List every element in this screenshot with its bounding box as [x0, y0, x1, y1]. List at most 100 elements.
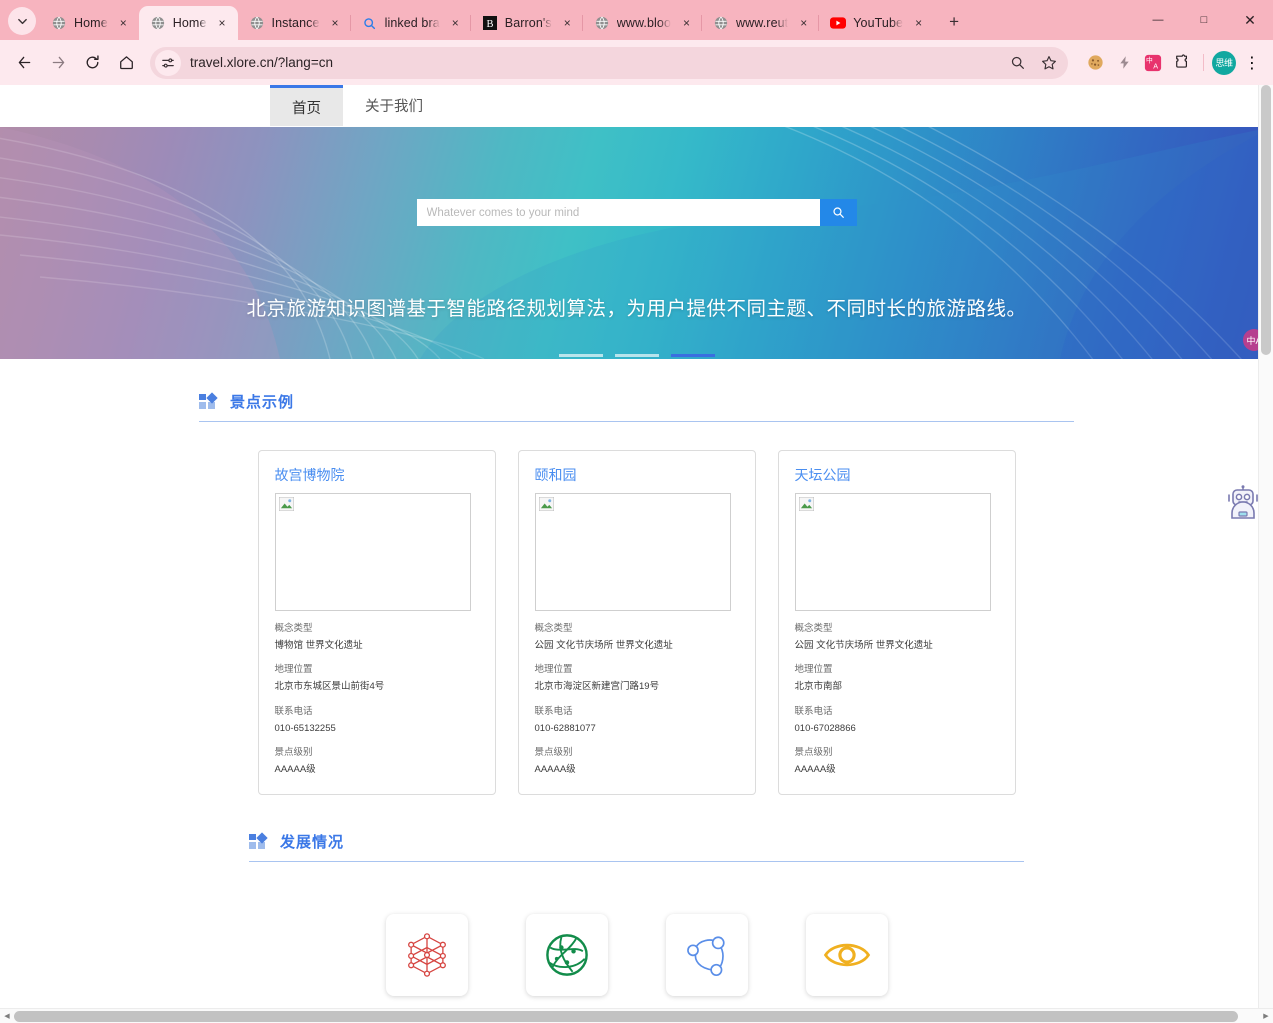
field-value-type: 公园 文化节庆场所 世界文化遗址: [534, 640, 673, 651]
youtube-icon: [830, 15, 847, 31]
section-diamond-icon: [199, 392, 221, 409]
extensions-strip: 中A 思维 ⋮: [1076, 48, 1265, 78]
browser-window: Home × Home × Instance × linked bra × B …: [0, 0, 1273, 1023]
tune-icon[interactable]: [155, 49, 181, 76]
tab-6[interactable]: www.reut ×: [701, 6, 819, 40]
spot-card-image: [794, 493, 991, 611]
carousel-dot-1[interactable]: [614, 354, 659, 357]
tab-4[interactable]: B Barron's ×: [469, 6, 583, 40]
globe-icon: [150, 15, 166, 31]
section-header-development: 发展情况: [249, 831, 1024, 863]
stat-instances[interactable]: 实例 12,505: [665, 914, 748, 1008]
search-input[interactable]: [416, 199, 820, 226]
tab-title: linked bra: [384, 16, 440, 30]
field-label-level: 景点级别: [794, 747, 833, 759]
nav-item-about[interactable]: 关于我们: [343, 85, 445, 126]
vertical-scrollbar[interactable]: [1258, 85, 1273, 1008]
field-value-location: 北京市南部: [794, 681, 843, 693]
horizontal-scrollbar-thumb[interactable]: [14, 1010, 1238, 1022]
spot-card[interactable]: 颐和园 概念类型 公园 文化节庆场所 世界文化遗址 地理位置 北京市海淀区新建宫…: [517, 450, 756, 796]
cookie-extension-icon[interactable]: [1082, 50, 1108, 76]
section-title: 发展情况: [280, 834, 345, 852]
close-window-button[interactable]: ✕: [1227, 0, 1273, 40]
carousel-indicators[interactable]: [558, 354, 715, 357]
maximize-button[interactable]: □: [1181, 0, 1227, 40]
spot-card-title[interactable]: 故宫博物院: [275, 465, 479, 485]
translate-extension-icon[interactable]: 中A: [1140, 50, 1166, 76]
address-bar[interactable]: travel.xlore.cn/?lang=cn: [150, 46, 1068, 79]
field-label-level: 景点级别: [534, 747, 573, 759]
spot-card-title[interactable]: 颐和园: [535, 465, 739, 485]
browser-menu-button[interactable]: ⋮: [1239, 48, 1265, 78]
profile-avatar[interactable]: 思维: [1212, 50, 1236, 75]
spot-card[interactable]: 天坛公园 概念类型 公园 文化节庆场所 世界文化遗址 地理位置 北京市南部 联系…: [777, 450, 1016, 796]
tab-title: Home: [172, 16, 207, 30]
spot-card-image: [274, 493, 471, 611]
tab-1[interactable]: Home ×: [138, 6, 238, 40]
tab-3[interactable]: linked bra ×: [349, 6, 471, 40]
instance-nodes-icon: [686, 936, 725, 977]
field-value-location: 北京市东城区景山前街4号: [274, 681, 385, 693]
home-button[interactable]: [110, 47, 142, 79]
globe-icon: [594, 15, 610, 31]
tab-2[interactable]: Instance ×: [238, 6, 351, 40]
horizontal-scrollbar-track[interactable]: [14, 1010, 1259, 1022]
nav-item-label: 关于我们: [365, 99, 423, 115]
reload-button[interactable]: [76, 47, 108, 79]
stat-icon-box: [525, 914, 608, 997]
horizontal-scrollbar[interactable]: ◀ ▶: [0, 1008, 1273, 1023]
forward-button[interactable]: [42, 47, 74, 79]
field-value-phone: 010-65132255: [274, 722, 336, 734]
field-label-location: 地理位置: [794, 664, 833, 676]
field-label-type: 概念类型: [534, 623, 573, 634]
tab-close-icon[interactable]: ×: [559, 15, 576, 32]
tab-title: Barron's: [504, 16, 552, 30]
field-value-type: 公园 文化节庆场所 世界文化遗址: [794, 640, 933, 651]
stat-concepts[interactable]: 概念 240: [385, 914, 468, 1008]
nav-item-home[interactable]: 首页: [270, 85, 343, 126]
broken-image-icon: [278, 497, 294, 511]
toolbar-divider: [1203, 54, 1204, 71]
tab-close-icon[interactable]: ×: [214, 15, 231, 32]
tab-close-icon[interactable]: ×: [910, 15, 927, 32]
tab-close-icon[interactable]: ×: [327, 15, 344, 32]
concept-network-icon: [407, 933, 446, 978]
tab-title: YouTube: [853, 16, 904, 30]
tab-7[interactable]: YouTube ×: [818, 6, 934, 40]
puzzle-extensions-icon[interactable]: [1169, 50, 1195, 76]
tab-0[interactable]: Home ×: [40, 6, 139, 40]
tab-close-icon[interactable]: ×: [678, 15, 695, 32]
field-value-level: AAAAA级: [274, 764, 316, 776]
search-icon[interactable]: [1002, 48, 1032, 78]
back-button[interactable]: [8, 47, 40, 79]
robot-assistant-icon[interactable]: [1227, 485, 1259, 521]
minimize-button[interactable]: —: [1135, 0, 1181, 40]
carousel-dot-0[interactable]: [558, 354, 603, 357]
stat-routes[interactable]: 路线 232: [805, 914, 888, 1008]
new-tab-button[interactable]: +: [940, 8, 968, 36]
tab-close-icon[interactable]: ×: [115, 15, 132, 32]
tab-5[interactable]: www.bloo ×: [581, 6, 702, 40]
globe-icon: [51, 15, 67, 31]
lightning-extension-icon[interactable]: [1111, 50, 1137, 76]
search-button[interactable]: [819, 199, 857, 226]
field-value-type: 博物馆 世界文化遗址: [274, 640, 363, 651]
stat-icon-box: [385, 914, 468, 997]
field-value-level: AAAAA级: [534, 764, 576, 776]
url-text[interactable]: travel.xlore.cn/?lang=cn: [181, 55, 1002, 70]
spot-card[interactable]: 故宫博物院 概念类型 博物馆 世界文化遗址 地理位置 北京市东城区景山前街4号 …: [257, 450, 496, 796]
field-label-location: 地理位置: [534, 664, 573, 676]
scroll-right-arrow[interactable]: ▶: [1259, 1012, 1273, 1020]
vertical-scrollbar-thumb[interactable]: [1261, 85, 1271, 355]
tab-search-button[interactable]: [8, 7, 36, 35]
section-header-spots: 景点示例: [199, 391, 1074, 422]
tab-close-icon[interactable]: ×: [795, 15, 812, 32]
nav-item-label: 首页: [292, 100, 321, 117]
stat-relations[interactable]: 关系 4,458: [525, 914, 608, 1008]
tabs-list: Home × Home × Instance × linked bra × B …: [40, 0, 968, 40]
scroll-left-arrow[interactable]: ◀: [0, 1012, 14, 1020]
tab-close-icon[interactable]: ×: [447, 15, 464, 32]
carousel-dot-2[interactable]: [670, 354, 715, 357]
star-icon[interactable]: [1034, 48, 1064, 78]
spot-card-title[interactable]: 天坛公园: [795, 465, 999, 485]
